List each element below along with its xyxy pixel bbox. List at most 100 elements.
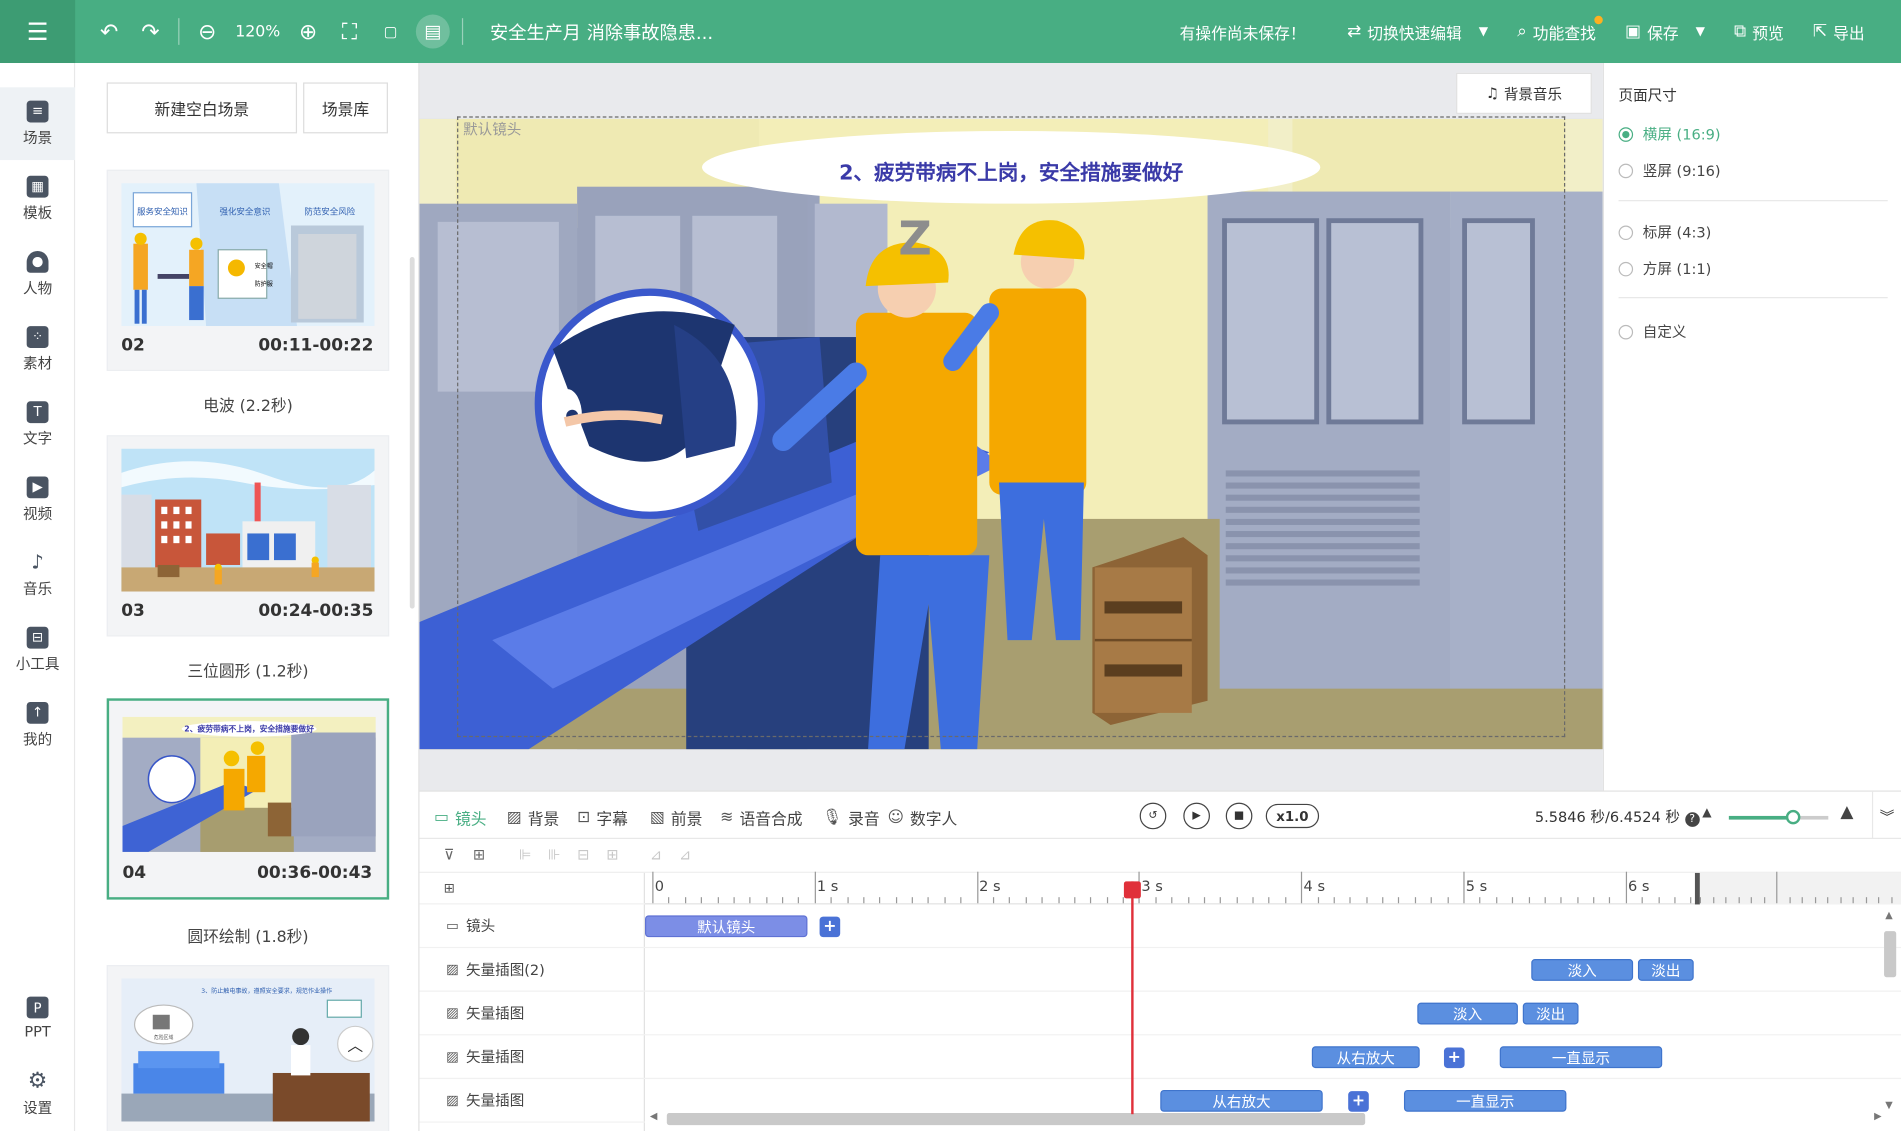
background-music-button[interactable]: ♫ 背景音乐: [1456, 72, 1592, 114]
play-icon[interactable]: ▶: [1183, 802, 1210, 830]
scene-transition[interactable]: 圆环绘制 (1.8秒): [107, 924, 389, 947]
nav-item-settings[interactable]: ⚙ 设置: [0, 1057, 75, 1130]
scroll-left-icon[interactable]: ◀: [650, 1111, 657, 1122]
distribute-icon[interactable]: ⊞: [606, 846, 618, 863]
nav-item-material[interactable]: ⁘ 素材: [0, 313, 75, 386]
nav-item-mine[interactable]: ↑ 我的: [0, 689, 75, 762]
playhead-handle[interactable]: [1123, 881, 1141, 899]
add-lens-button[interactable]: +: [819, 916, 841, 938]
scroll-right-icon[interactable]: ▶: [1874, 1111, 1881, 1122]
align-right-icon[interactable]: ⊪: [548, 846, 561, 863]
group-icon[interactable]: ⊞: [473, 846, 485, 863]
zoom-right-clip[interactable]: 从右放大: [1160, 1089, 1323, 1112]
tab-digital-human[interactable]: ☺ 数字人: [887, 806, 957, 830]
timeline-zoom-slider[interactable]: [1728, 809, 1829, 825]
nav-item-video[interactable]: ▶ 视频: [0, 463, 75, 536]
redo-icon[interactable]: ↷: [133, 15, 167, 49]
scene-banner-text[interactable]: 2、疲劳带病不上岗，安全措施要做好: [839, 160, 1183, 184]
radio-standard[interactable]: 标屏 (4:3): [1618, 222, 1711, 243]
scene-card[interactable]: 服务安全知识 强化安全意识 防范安全风险 安全帽 防护服 02 00:11-00…: [106, 169, 390, 371]
zoom-large-icon[interactable]: ▲: [1840, 803, 1853, 822]
always-show-clip[interactable]: 一直显示: [1499, 1046, 1663, 1069]
zoom-out-icon[interactable]: ⊖: [190, 15, 224, 49]
ratio-icon[interactable]: ▢: [374, 15, 408, 49]
replay-icon[interactable]: ↺: [1139, 802, 1167, 830]
quick-edit-button[interactable]: ⇄ 切换快速编辑 ▼: [1347, 20, 1488, 43]
radio-landscape[interactable]: 横屏 (16:9): [1618, 124, 1721, 145]
track-settings[interactable]: ⊞: [419, 873, 645, 905]
tab-tts[interactable]: ≋ 语音合成: [720, 806, 802, 830]
scene-card[interactable]: 03 00:24-00:35: [106, 435, 390, 637]
fullscreen-icon[interactable]: ⛶: [332, 15, 366, 49]
always-show-clip[interactable]: 一直显示: [1403, 1089, 1567, 1112]
radio-square[interactable]: 方屏 (1:1): [1618, 258, 1711, 279]
unstack-icon[interactable]: ⊿: [679, 846, 691, 863]
playhead[interactable]: [1131, 881, 1134, 1115]
scene-transition[interactable]: 三位圆形 (1.2秒): [107, 658, 389, 681]
add-effect-button[interactable]: +: [1443, 1047, 1465, 1069]
chevron-down-icon[interactable]: ▼: [1479, 25, 1488, 38]
save-button[interactable]: ▣ 保存 ▼: [1625, 20, 1705, 43]
hscroll-thumb[interactable]: [666, 1112, 1366, 1126]
scroll-down-icon[interactable]: ▼: [1885, 1100, 1892, 1111]
duration-end-marker[interactable]: [1694, 872, 1700, 905]
nav-item-template[interactable]: ▦ 模板: [0, 162, 75, 235]
chevron-down-icon[interactable]: ︾: [1871, 791, 1901, 841]
calendar-icon[interactable]: ▤: [416, 14, 451, 49]
timeline-vscroll[interactable]: ▲ ▼: [1882, 904, 1899, 1111]
nav-item-person[interactable]: ● 人物: [0, 238, 75, 311]
lens-clip[interactable]: 默认镜头: [644, 915, 808, 938]
track-label-illustration[interactable]: ▨ 矢量插图: [419, 1079, 645, 1123]
scene-card-selected[interactable]: 2、疲劳带病不上岗，安全措施要做好 04 00:36-00:43: [106, 698, 390, 900]
vscroll-thumb[interactable]: [1884, 931, 1897, 978]
feature-search-button[interactable]: ⌕ 功能查找: [1517, 15, 1604, 43]
document-title[interactable]: 安全生产月 消除事故隐患...: [490, 19, 713, 44]
nav-item-music[interactable]: ♪ 音乐: [0, 538, 75, 611]
fade-in-clip[interactable]: 淡入: [1417, 1002, 1518, 1025]
export-button[interactable]: ⇱ 导出: [1813, 20, 1865, 43]
menu-icon[interactable]: ☰: [0, 0, 76, 64]
timeline-hscroll[interactable]: ◀ ▶: [645, 1111, 1882, 1126]
scroll-up-icon[interactable]: ︿: [337, 1025, 374, 1063]
tab-foreground[interactable]: ▧ 前景: [650, 806, 703, 830]
time-ruler[interactable]: 0 1 s 2 s 3 s 4 s 5 s 6 s: [644, 871, 1901, 905]
tab-background[interactable]: ▨ 背景: [507, 806, 560, 830]
track-label-lens[interactable]: ▭ 镜头: [419, 904, 645, 949]
nav-item-toolbox[interactable]: ⊟ 小工具: [0, 613, 75, 686]
speed-button[interactable]: x1.0: [1265, 803, 1320, 829]
align-center-icon[interactable]: ⊟: [577, 846, 589, 863]
stack-icon[interactable]: ⊿: [650, 846, 662, 863]
tab-subtitle[interactable]: ⊡ 字幕: [577, 806, 628, 830]
fade-out-clip[interactable]: 淡出: [1522, 1002, 1579, 1025]
tab-record[interactable]: 🎙︎ 录音: [822, 806, 880, 830]
fade-in-clip[interactable]: 淡入: [1531, 959, 1634, 981]
nav-item-text[interactable]: T 文字: [0, 388, 75, 461]
filter-icon[interactable]: ⊽: [444, 846, 455, 863]
new-blank-scene-button[interactable]: 新建空白场景: [106, 82, 298, 134]
help-icon[interactable]: ?: [1684, 812, 1700, 827]
add-effect-button[interactable]: +: [1348, 1091, 1369, 1112]
radio-portrait[interactable]: 竖屏 (9:16): [1618, 160, 1721, 181]
track-label-illustration[interactable]: ▨ 矢量插图: [419, 992, 645, 1036]
zoom-knob[interactable]: [1786, 809, 1801, 825]
undo-icon[interactable]: ↶: [92, 15, 126, 49]
preview-button[interactable]: ⧉ 预览: [1734, 20, 1784, 43]
track-label-illustration[interactable]: ▨ 矢量插图(2): [419, 948, 645, 992]
scene-library-button[interactable]: 场景库: [303, 82, 388, 134]
scene-scrollbar[interactable]: [409, 257, 415, 609]
radio-custom[interactable]: 自定义: [1618, 321, 1686, 342]
scene-transition[interactable]: 电波 (2.2秒): [107, 393, 389, 416]
align-left-icon[interactable]: ⊫: [519, 846, 532, 863]
nav-item-ppt[interactable]: P PPT: [0, 982, 75, 1055]
zoom-small-icon[interactable]: ▲: [1702, 806, 1711, 819]
tab-lens[interactable]: ▭ 镜头: [434, 806, 487, 830]
nav-item-scene[interactable]: ≡ 场景: [0, 87, 76, 161]
zoom-right-clip[interactable]: 从右放大: [1311, 1046, 1420, 1069]
stop-icon[interactable]: ■: [1225, 802, 1253, 830]
stage-canvas[interactable]: Z 2、疲劳带病不上岗，安全措施要做好: [419, 118, 1603, 750]
chevron-down-icon[interactable]: ▼: [1696, 25, 1705, 38]
scroll-up-icon[interactable]: ▲: [1885, 909, 1892, 920]
fade-out-clip[interactable]: 淡出: [1637, 959, 1694, 981]
zoom-in-icon[interactable]: ⊕: [291, 15, 325, 49]
track-label-illustration[interactable]: ▨ 矢量插图: [419, 1035, 645, 1080]
